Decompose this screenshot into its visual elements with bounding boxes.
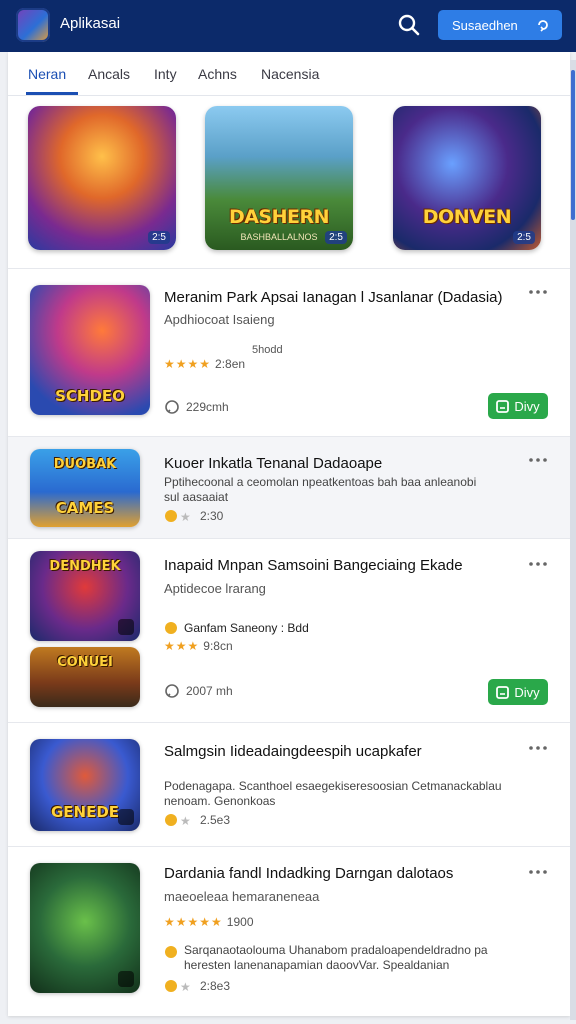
tab-ancals[interactable]: Ancals [88, 66, 130, 82]
star-icons: ★★★★ [164, 357, 212, 371]
featured-title: DONVEN [422, 206, 512, 228]
score-icons: ★ [165, 510, 191, 523]
app-row-2[interactable]: DUOBAK CAMES Kuoer Inkatla Tenanal Dadao… [8, 436, 570, 538]
rating-count: 9:8cn [203, 639, 233, 653]
app-row-3[interactable]: DENDHEK CONUEI Inapaid Mnpan Samsoini Ba… [8, 538, 570, 722]
size-value: 229cmh [186, 400, 229, 414]
get-button-label: Divy [514, 684, 540, 700]
rating-stars: ★★★★ 2:8en [164, 357, 245, 371]
app-row-4[interactable]: GENEDE Salmgsin Iideadaingdeespih ucapka… [8, 722, 570, 846]
svg-text:★: ★ [180, 980, 191, 993]
thumbnail-title: CAMES [55, 499, 115, 517]
header-action-label: Susaedhen [452, 17, 518, 33]
app-thumbnail[interactable]: GENEDE [30, 739, 140, 831]
svg-text:★: ★ [180, 814, 191, 827]
more-icon[interactable] [528, 289, 548, 295]
coin-icon [165, 946, 177, 958]
score-value: 2:8e3 [200, 979, 231, 993]
more-icon[interactable] [528, 869, 548, 875]
comment-icon [165, 684, 179, 698]
featured-card-3[interactable]: DONVEN 2:5 [393, 106, 541, 250]
header-action-button[interactable]: Susaedhen [438, 10, 562, 40]
app-thumbnail-top[interactable]: DENDHEK [30, 551, 140, 641]
active-tab-indicator [26, 92, 78, 95]
app-subtitle: maeoeleaa hemaraneneaa [164, 889, 320, 904]
featured-badge: 2:5 [513, 231, 535, 244]
app-title[interactable]: Dardania fandl Indadking Darngan dalotao… [164, 865, 453, 882]
app-thumbnail[interactable]: DUOBAK CAMES [30, 449, 140, 527]
star-icons: ★★★★★ [164, 915, 223, 929]
app-title[interactable]: Kuoer Inkatla Tenanal Dadaoape [164, 455, 382, 472]
download-icon [496, 685, 510, 699]
more-icon[interactable] [528, 745, 548, 751]
score-line: ★ 2:8e3 [164, 979, 230, 993]
rating-stars: ★★★ 9:8cn [164, 639, 233, 653]
app-description: Podenagapa. Scanthoel esaegekiseresoosia… [164, 779, 502, 808]
rating-count: 1900 [226, 915, 254, 929]
app-subtitle: Apdhiocoat Isaieng [164, 312, 275, 327]
thumbnail-corner-icon [118, 971, 134, 987]
more-icon[interactable] [528, 457, 548, 463]
feature-line-text: Ganfam Saneony : Bdd [184, 621, 309, 635]
app-row-1[interactable]: SCHDEO Meranim Park Apsai Ianagan l Jsan… [8, 268, 570, 436]
rating-count: 2:8en [215, 357, 246, 371]
svg-text:★: ★ [180, 510, 191, 523]
download-icon [496, 399, 510, 413]
featured-badge: 2:5 [325, 231, 347, 244]
app-logo-icon[interactable] [16, 8, 50, 42]
featured-card-1[interactable]: 2:5 [28, 106, 176, 250]
score-icons: ★ [165, 980, 191, 993]
get-button[interactable]: Divy [488, 393, 548, 419]
featured-badge: 2:5 [148, 231, 170, 244]
app-title[interactable]: Salmgsin Iideadaingdeespih ucapkafer [164, 743, 422, 760]
app-note: 5hodd [252, 344, 283, 356]
featured-title: DASHERN [228, 206, 330, 228]
score-value: 2:30 [200, 509, 224, 523]
app-thumbnail[interactable]: SCHDEO [30, 285, 150, 415]
app-description: Pptihecoonal a ceomolan npeatkentoas bah… [164, 475, 477, 504]
thumbnail-title: SCHDEO [55, 387, 125, 405]
app-thumbnail-bottom[interactable]: CONUEI [30, 647, 140, 707]
top-bar: Aplikasai Susaedhen [0, 0, 576, 52]
app-size: 2007 mh [164, 683, 233, 699]
app-description: Sarqanaotaolouma Uhanabom pradaloapendel… [184, 943, 488, 972]
chevron-icon [538, 20, 548, 32]
score-value: 2.5e3 [200, 813, 231, 827]
app-row-5[interactable]: Dardania fandl Indadking Darngan dalotao… [8, 846, 570, 1010]
rating-stars: ★★★★★ 1900 [164, 915, 254, 929]
thumbnail-top-text: DENDHEK [49, 559, 121, 574]
thumbnail-corner-icon [118, 809, 134, 825]
search-icon[interactable] [396, 12, 422, 38]
star-icons: ★★★ [164, 639, 200, 653]
size-value: 2007 mh [186, 684, 233, 698]
app-title[interactable]: Inapaid Mnpan Samsoini Bangeciaing Ekade [164, 557, 463, 574]
tab-nacensia[interactable]: Nacensia [261, 66, 319, 82]
comment-icon [165, 400, 179, 414]
app-thumbnail[interactable] [30, 863, 140, 993]
app-size: 229cmh [164, 399, 229, 415]
scrollbar-thumb[interactable] [571, 70, 575, 220]
coin-icon [165, 622, 177, 634]
get-button-label: Divy [514, 398, 540, 414]
tab-achns[interactable]: Achns [198, 66, 237, 82]
score-icons: ★ [165, 814, 191, 827]
app-title[interactable]: Meranim Park Apsai Ianagan l Jsanlanar (… [164, 289, 503, 306]
app-title: Aplikasai [60, 15, 121, 32]
get-button[interactable]: Divy [488, 679, 548, 705]
app-subtitle: Aptidecoe lrarang [164, 581, 266, 596]
tab-neran[interactable]: Neran [28, 66, 66, 82]
thumbnail-corner-icon [118, 619, 134, 635]
tab-bar: Neran Ancals Inty Achns Nacensia [8, 52, 570, 96]
featured-card-2[interactable]: DASHERN BASHBALLALNOS 2:5 [205, 106, 353, 250]
score-line: ★ 2:30 [164, 509, 223, 523]
more-icon[interactable] [528, 561, 548, 567]
score-line: ★ 2.5e3 [164, 813, 230, 827]
feature-line: Ganfam Saneony : Bdd [164, 621, 309, 635]
thumbnail-top-text: DUOBAK [53, 457, 117, 472]
thumbnail-title: CONUEI [57, 655, 113, 670]
tab-inty[interactable]: Inty [154, 66, 177, 82]
